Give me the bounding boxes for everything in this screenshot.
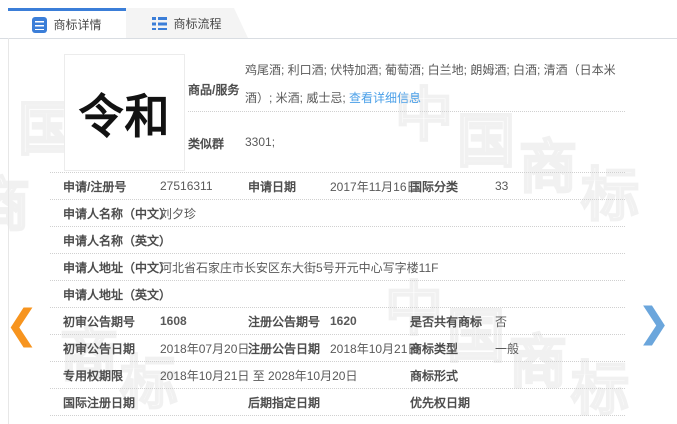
field-value: 2017年11月16日 (330, 179, 419, 194)
tab-trademark-process[interactable]: 商标流程 (126, 8, 248, 38)
tab-bar: 商标详情 商标流程 (0, 8, 677, 38)
field-value: 2018年07月20日 (160, 341, 250, 356)
tab-trademark-details[interactable]: 商标详情 (8, 8, 126, 38)
field-value: 33 (495, 179, 509, 193)
similar-group-value: 3301; (245, 135, 276, 149)
field-value: 刘夕珍 (160, 206, 197, 221)
document-icon (32, 16, 48, 33)
table-row: 专用权期限 2018年10月21日 至 2028年10月20日 商标形式 (50, 362, 625, 389)
view-details-link[interactable]: 查看详细信息 (349, 91, 421, 105)
field-value: 2018年10月21日 至 2028年10月20日 (160, 368, 358, 383)
field-label: 申请日期 (248, 179, 297, 194)
field-value: 1608 (160, 314, 187, 328)
table-row: 申请人名称（英文） (50, 227, 625, 254)
tab-label: 商标流程 (173, 16, 222, 31)
field-value: 一般 (495, 341, 520, 356)
tabbar-divider (0, 38, 677, 39)
list-icon (152, 16, 167, 30)
tab-label: 商标详情 (53, 18, 102, 32)
table-row: 初审公告期号 1608 注册公告期号 1620 是否共有商标 否 (50, 308, 625, 335)
field-value: 2018年10月21日 (330, 341, 420, 356)
goods-services-label: 商品/服务 (188, 83, 240, 97)
field-label: 后期指定日期 (248, 395, 321, 410)
field-value: 否 (495, 314, 508, 329)
field-label: 申请/注册号 (63, 179, 127, 194)
next-arrow-button[interactable]: ❯ (637, 303, 671, 343)
table-row: 初审公告日期 2018年07月20日 注册公告日期 2018年10月21日 商标… (50, 335, 625, 362)
field-label: 初审公告日期 (63, 341, 136, 356)
field-value: 27516311 (160, 179, 213, 193)
field-label: 是否共有商标 (410, 314, 483, 329)
similar-group-label: 类似群 (188, 137, 225, 151)
field-label: 初审公告期号 (63, 314, 136, 329)
field-label: 申请人名称（英文） (63, 233, 172, 248)
prev-arrow-button[interactable]: ❮ (5, 305, 39, 345)
watermark-char: 商 (0, 172, 31, 239)
trademark-image: 令和 (64, 54, 185, 171)
goods-list: 鸡尾酒; 利口酒; 伏特加酒; 葡萄酒; 白兰地; 朗姆酒; 白酒; 清酒（日本… (245, 63, 616, 105)
table-row: 申请人名称（中文） 刘夕珍 (50, 200, 625, 227)
field-label: 注册公告期号 (248, 314, 321, 329)
field-label: 国际注册日期 (63, 395, 136, 410)
table-row: 国际注册日期 后期指定日期 优先权日期 (50, 389, 625, 416)
trademark-detail-page: 中 国 商 标 中 国 商 标 国 商 商 标 商标详情 商标流程 令和 商品/… (0, 0, 677, 424)
field-label: 申请人名称（中文） (63, 206, 172, 221)
field-value: 河北省石家庄市长安区东大街5号开元中心写字楼11F (160, 260, 439, 275)
field-label: 优先权日期 (410, 395, 471, 410)
field-label: 注册公告日期 (248, 341, 321, 356)
field-label: 申请人地址（中文） (63, 260, 172, 275)
trademark-text: 令和 (78, 88, 171, 145)
field-value: 1620 (330, 314, 357, 328)
table-row: 申请人地址（中文） 河北省石家庄市长安区东大街5号开元中心写字楼11F (50, 254, 625, 281)
field-label: 商标类型 (410, 341, 459, 356)
panel-left-border (8, 38, 9, 424)
table-row: 申请人地址（英文） (50, 281, 625, 308)
field-label: 商标形式 (410, 368, 459, 383)
field-label: 国际分类 (410, 179, 459, 194)
field-label: 申请人地址（英文） (63, 287, 172, 302)
table-row: 申请/注册号 27516311 申请日期 2017年11月16日 国际分类 33 (50, 173, 625, 200)
trademark-detail-table: 申请/注册号 27516311 申请日期 2017年11月16日 国际分类 33… (50, 172, 625, 416)
field-label: 专用权期限 (63, 368, 124, 383)
goods-services-value: 鸡尾酒; 利口酒; 伏特加酒; 葡萄酒; 白兰地; 朗姆酒; 白酒; 清酒（日本… (245, 56, 629, 112)
dotted-divider (188, 111, 625, 112)
